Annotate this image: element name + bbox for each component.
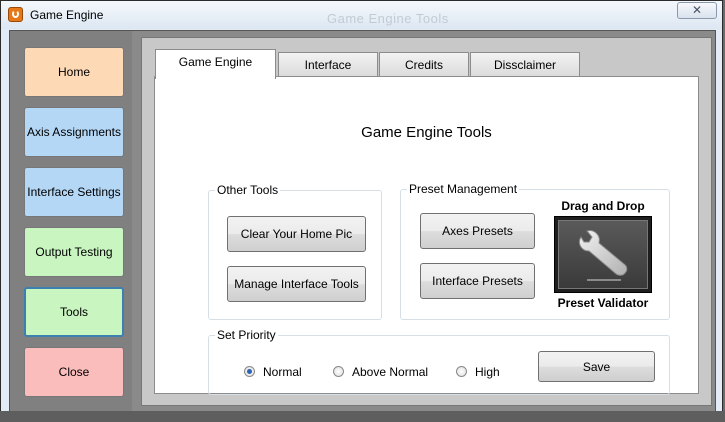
other-tools-label: Other Tools bbox=[215, 183, 281, 197]
preset-management-group: Preset Management Axes Presets Interface… bbox=[400, 182, 670, 320]
preset-management-label: Preset Management bbox=[407, 182, 520, 196]
wrench-icon bbox=[578, 230, 628, 281]
nav-output-testing-button[interactable]: Output Testing bbox=[24, 227, 124, 277]
title-bar[interactable]: Game Engine Game Engine Tools ✕ bbox=[1, 1, 722, 29]
other-tools-group: Other Tools Clear Your Home Pic Manage I… bbox=[208, 183, 382, 320]
clear-home-pic-button[interactable]: Clear Your Home Pic bbox=[227, 216, 366, 252]
preset-validator-label: Preset Validator bbox=[557, 296, 649, 310]
nav-home-button[interactable]: Home bbox=[24, 47, 124, 97]
radio-unchecked-icon bbox=[456, 366, 467, 377]
ghost-window-title: Game Engine Tools bbox=[327, 11, 449, 26]
nav-axis-assignments-button[interactable]: Axis Assignments bbox=[24, 107, 124, 157]
nav-interface-settings-button[interactable]: Interface Settings bbox=[24, 167, 124, 217]
drag-drop-label: Drag and Drop bbox=[561, 199, 645, 213]
priority-normal-label: Normal bbox=[263, 365, 302, 379]
set-priority-group: Set Priority Normal Above Normal High Sa… bbox=[208, 328, 670, 395]
tab-interface[interactable]: Interface bbox=[278, 52, 378, 76]
tab-dissclaimer[interactable]: Dissclaimer bbox=[470, 52, 580, 76]
tab-credits[interactable]: Credits bbox=[379, 52, 469, 76]
priority-above-normal-label: Above Normal bbox=[352, 365, 429, 379]
priority-high-label: High bbox=[475, 365, 500, 379]
app-icon bbox=[8, 7, 23, 22]
axes-presets-button[interactable]: Axes Presets bbox=[420, 213, 535, 249]
sidebar: Home Axis Assignments Interface Settings… bbox=[10, 31, 132, 411]
tab-page-game-engine: Game Engine Tools Other Tools Clear Your… bbox=[154, 76, 699, 395]
nav-tools-button[interactable]: Tools bbox=[24, 287, 124, 337]
save-button[interactable]: Save bbox=[538, 351, 655, 382]
radio-unchecked-icon bbox=[333, 366, 344, 377]
drop-zone-panel bbox=[558, 220, 648, 289]
close-icon: ✕ bbox=[691, 3, 703, 17]
nav-close-button[interactable]: Close bbox=[24, 347, 124, 397]
tab-game-engine[interactable]: Game Engine bbox=[155, 49, 276, 79]
window-title: Game Engine bbox=[30, 8, 104, 22]
client-area: Home Axis Assignments Interface Settings… bbox=[9, 30, 716, 412]
close-window-button[interactable]: ✕ bbox=[677, 2, 717, 19]
page-title: Game Engine Tools bbox=[361, 124, 492, 141]
main-panel: Game Engine Interface Credits Dissclaime… bbox=[141, 37, 712, 406]
set-priority-label: Set Priority bbox=[215, 328, 278, 342]
background-strip bbox=[0, 411, 725, 422]
manage-interface-tools-button[interactable]: Manage Interface Tools bbox=[227, 266, 366, 302]
app-window: Game Engine Game Engine Tools ✕ Home Axi… bbox=[0, 0, 723, 420]
preset-drop-zone[interactable] bbox=[554, 216, 652, 293]
radio-checked-icon bbox=[244, 366, 255, 377]
interface-presets-button[interactable]: Interface Presets bbox=[420, 263, 535, 299]
